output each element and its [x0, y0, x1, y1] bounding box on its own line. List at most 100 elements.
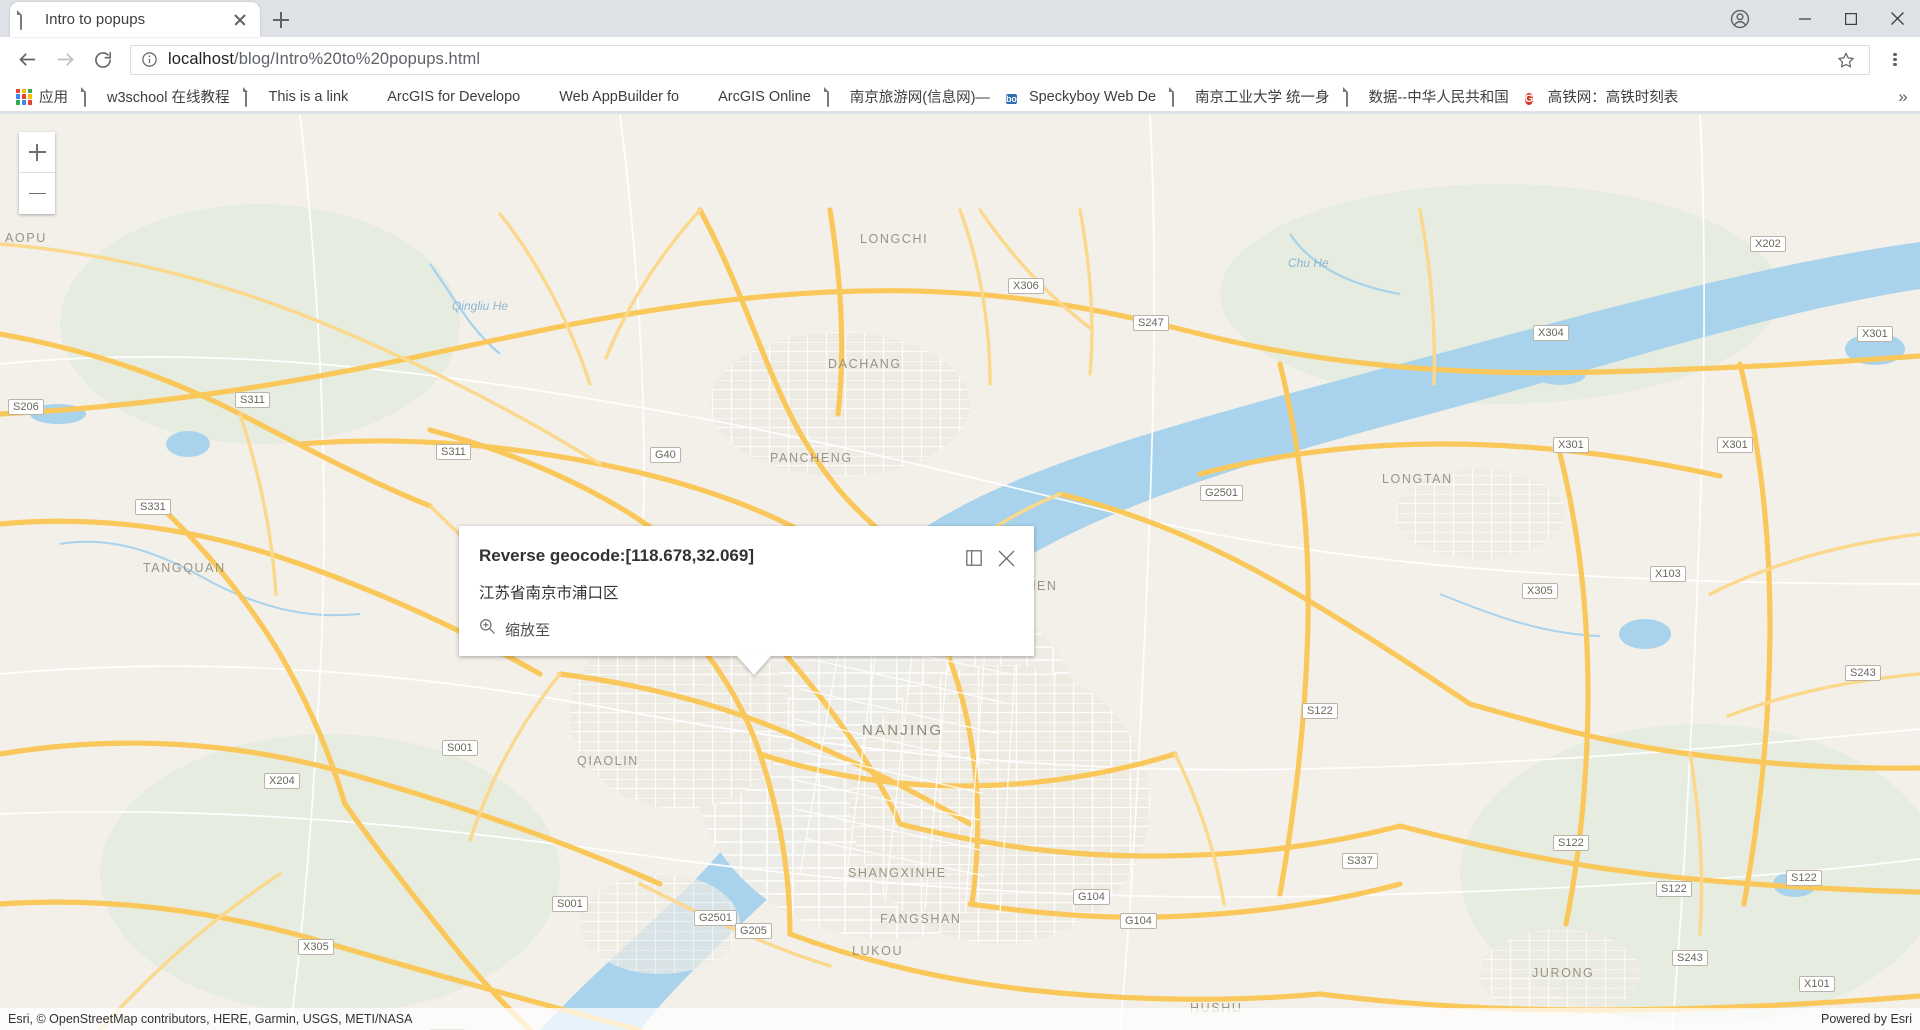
bookmark-item[interactable]: 应用 [8, 84, 76, 110]
close-icon[interactable] [992, 544, 1020, 572]
road-shield: S122 [1786, 870, 1822, 886]
close-icon[interactable] [230, 10, 250, 30]
tab-title: Intro to popups [45, 11, 146, 28]
road-shield: X101 [1799, 976, 1835, 992]
close-icon[interactable] [1874, 0, 1920, 37]
bookmark-star-icon[interactable] [1833, 47, 1859, 73]
map-popup: Reverse geocode:[118.678,32.069] 江苏省南京市浦… [459, 526, 1034, 675]
road-shield: S122 [1553, 835, 1589, 851]
road-shield: S311 [436, 444, 471, 460]
bookmark-label: 数据--中华人民共和国 [1368, 90, 1509, 106]
road-shield: X103 [1650, 566, 1686, 582]
attribution-right: Powered by Esri [1820, 1012, 1912, 1026]
three-dot-menu-icon[interactable] [1878, 41, 1912, 79]
bookmark-label: 南京工业大学 统一身 [1195, 90, 1330, 106]
apps-grid-icon [16, 88, 32, 105]
bookmark-label: ArcGIS Online [718, 88, 811, 105]
tab-strip: Intro to popups [0, 0, 1920, 37]
road-shield: S122 [1656, 881, 1692, 897]
road-shield: S331 [135, 499, 171, 515]
globe-icon [536, 89, 552, 105]
bookmark-item[interactable]: bo Speckyboy Web De [998, 84, 1164, 110]
road-shield: G2501 [1200, 485, 1244, 501]
road-shield: S122 [1302, 703, 1338, 719]
bookmark-label: w3school 在线教程 [107, 90, 230, 106]
document-icon [20, 10, 36, 30]
road-shield: G2501 [694, 910, 738, 926]
road-shield: X204 [264, 773, 300, 789]
url-path: /blog/Intro%20to%20popups.html [234, 50, 481, 68]
bookmark-item[interactable]: G 高铁网：高铁时刻表 [1517, 84, 1687, 110]
document-icon [1172, 87, 1188, 107]
document-icon [84, 87, 100, 107]
road-shield: G40 [650, 447, 681, 463]
reload-icon[interactable] [84, 41, 122, 79]
zoom-in-button[interactable] [19, 132, 55, 173]
dock-panel-icon[interactable] [960, 544, 988, 572]
bookmark-label: 高铁网：高铁时刻表 [1547, 90, 1679, 106]
road-shield: X304 [1533, 325, 1569, 341]
bookmark-label: Speckyboy Web De [1028, 88, 1157, 105]
road-shield: S311 [235, 392, 270, 408]
zoom-to-label: 缩放至 [505, 621, 551, 639]
bookmark-label: 南京旅游网(信息网)— [849, 90, 990, 106]
road-shield: S247 [1133, 315, 1169, 331]
bookmark-item[interactable]: w3school 在线教程 [76, 84, 237, 110]
map-canvas[interactable]: .wtr { fill:#a9d3ec; } .wtrl { stroke:#a… [0, 114, 1920, 1030]
road-shield: S243 [1845, 665, 1881, 681]
popup-header: Reverse geocode:[118.678,32.069] [459, 526, 1034, 578]
bo-icon: bo [1005, 93, 1017, 104]
document-icon [826, 87, 843, 107]
map-zoom-controls [19, 132, 55, 214]
road-shield: X306 [1008, 278, 1044, 294]
forward-arrow-icon[interactable] [46, 41, 84, 79]
globe-icon [364, 89, 380, 105]
popup-content: 江苏省南京市浦口区 [479, 585, 619, 602]
bookmark-label: Web AppBuilder fo [559, 88, 680, 105]
zoom-to-magnifier-icon [479, 618, 496, 640]
url-host: localhost [168, 50, 235, 68]
road-shield: S001 [442, 740, 478, 756]
bookmark-item[interactable]: Web AppBuilder fo [528, 84, 687, 110]
road-shield: S337 [1342, 853, 1378, 869]
bookmark-label: ArcGIS for Developo [387, 88, 521, 105]
road-shield: X301 [1857, 326, 1893, 342]
attribution-left: Esri, © OpenStreetMap contributors, HERE… [8, 1012, 413, 1026]
maximize-icon[interactable] [1828, 0, 1874, 37]
g-icon: G [1524, 92, 1534, 105]
browser-window: Intro to popups localhost/blog/Intro%20t… [0, 0, 1920, 1030]
bookmark-item[interactable]: ArcGIS Online [687, 84, 819, 110]
road-shield: X301 [1717, 437, 1753, 453]
address-bar[interactable]: localhost/blog/Intro%20to%20popups.html [130, 44, 1870, 75]
new-tab-button[interactable] [264, 6, 298, 34]
road-shield: X202 [1750, 236, 1786, 252]
road-shield: S243 [1672, 950, 1708, 966]
road-shield: S001 [552, 896, 588, 912]
url-text: localhost/blog/Intro%20to%20popups.html [168, 50, 1833, 69]
zoom-out-button[interactable] [19, 173, 55, 214]
bookmarks-overflow-button[interactable]: » [1892, 82, 1914, 111]
bookmarks-bar: 应用 w3school 在线教程 This is a link ArcGIS for … [0, 82, 1920, 112]
road-shield: X305 [298, 939, 334, 955]
bookmark-item[interactable]: ArcGIS for Developo [356, 84, 528, 110]
bookmark-item[interactable]: This is a link [237, 84, 356, 110]
road-shield: S206 [8, 399, 44, 415]
popup-pointer [737, 656, 771, 675]
globe-icon [695, 89, 711, 105]
profile-avatar-icon[interactable] [1720, 0, 1760, 37]
bookmark-label: 应用 [39, 90, 68, 106]
bookmark-item[interactable]: 南京工业大学 统一身 [1164, 84, 1338, 110]
road-shield: X301 [1553, 437, 1589, 453]
minimize-icon[interactable] [1782, 0, 1828, 37]
back-arrow-icon[interactable] [8, 41, 46, 79]
tab-intro-to-popups[interactable]: Intro to popups [10, 2, 260, 37]
site-info-icon[interactable] [141, 51, 158, 68]
road-shield: X305 [1522, 583, 1558, 599]
zoom-to-action[interactable]: 缩放至 [479, 618, 550, 640]
window-controls [1782, 0, 1920, 37]
document-icon [245, 87, 261, 107]
bookmark-item[interactable]: 南京旅游网(信息网)— [819, 84, 998, 110]
bookmark-item[interactable]: 数据--中华人民共和国 [1338, 84, 1517, 110]
map-attribution: Esri, © OpenStreetMap contributors, HERE… [0, 1008, 1920, 1030]
browser-toolbar: localhost/blog/Intro%20to%20popups.html [0, 37, 1920, 82]
